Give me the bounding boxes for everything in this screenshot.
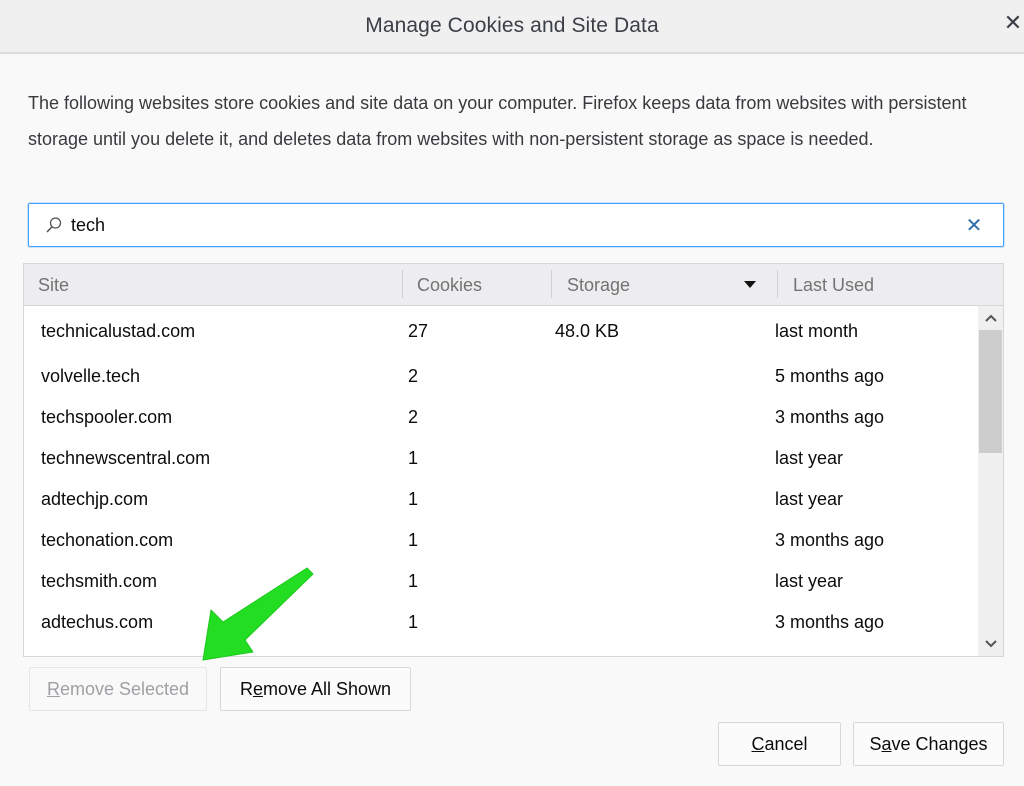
cookies-cell: 1 <box>408 448 419 468</box>
cookies-cell: 2 <box>408 366 419 386</box>
sort-descending-icon <box>744 281 756 288</box>
dialog-title: Manage Cookies and Site Data <box>365 14 659 37</box>
storage-cell: 48.0 KB <box>555 321 620 341</box>
table-header: Site Cookies Storage Last Used <box>24 264 1003 306</box>
button-label: ancel <box>764 733 808 754</box>
column-header-site[interactable]: Site <box>38 264 403 306</box>
dialog-description: The following websites store cookies and… <box>28 93 967 149</box>
table-row[interactable]: techspooler.com 2 3 months ago <box>24 397 979 438</box>
cookies-cell: 27 <box>408 321 429 341</box>
table-row[interactable]: adtechjp.com 1 last year <box>24 479 979 520</box>
table-row[interactable]: technewscentral.com 1 last year <box>24 438 979 479</box>
site-cell: technicalustad.com <box>41 321 196 341</box>
table-row[interactable]: techsmith.com 1 last year <box>24 561 979 602</box>
cookies-cell: 1 <box>408 489 419 509</box>
accesskey-letter: e <box>252 678 263 699</box>
button-label: emove Selected <box>59 678 190 699</box>
last-used-cell: 3 months ago <box>775 612 885 632</box>
column-header-last-used[interactable]: Last Used <box>793 264 993 306</box>
cookies-cell: 2 <box>408 407 419 427</box>
remove-selected-button[interactable]: Remove Selected <box>29 667 207 711</box>
dialog-titlebar: Manage Cookies and Site Data ✕ <box>0 0 1024 54</box>
site-cell: volvelle.tech <box>41 366 141 386</box>
search-input[interactable] <box>71 204 959 246</box>
scrollbar-thumb[interactable] <box>979 330 1002 453</box>
site-cell: adtechus.com <box>41 612 154 632</box>
last-used-cell: last year <box>775 489 844 509</box>
table-row[interactable]: volvelle.tech 2 5 months ago <box>24 356 979 397</box>
site-cell: technewscentral.com <box>41 448 211 468</box>
scroll-up-icon[interactable] <box>978 306 1003 330</box>
last-used-cell: 3 months ago <box>775 530 885 550</box>
last-used-cell: last year <box>775 571 844 591</box>
scroll-down-icon[interactable] <box>978 632 1003 656</box>
last-used-cell: 3 months ago <box>775 407 885 427</box>
table-body: technicalustad.com 27 48.0 KB last month… <box>24 306 979 656</box>
site-cell: techonation.com <box>41 530 174 550</box>
column-header-label: Last Used <box>793 274 875 295</box>
cookies-cell: 1 <box>408 612 419 632</box>
table-row[interactable]: adtechus.com 1 3 months ago <box>24 602 979 643</box>
column-header-label: Cookies <box>417 274 483 295</box>
accesskey-letter: C <box>751 733 765 754</box>
table-row[interactable]: techonation.com 1 3 months ago <box>24 520 979 561</box>
accesskey-letter: R <box>46 678 60 699</box>
accesskey-letter: a <box>881 733 892 754</box>
column-header-label: Storage <box>567 274 631 295</box>
search-field[interactable]: ✕ <box>28 203 1004 247</box>
site-cell: techsmith.com <box>41 571 158 591</box>
vertical-scrollbar[interactable] <box>978 306 1003 656</box>
search-icon <box>45 216 63 234</box>
column-header-label: Site <box>38 274 70 295</box>
column-header-cookies[interactable]: Cookies <box>417 264 551 306</box>
column-divider[interactable] <box>402 270 403 298</box>
column-divider[interactable] <box>777 270 778 298</box>
cancel-button[interactable]: Cancel <box>718 722 841 766</box>
clear-icon[interactable]: ✕ <box>959 210 989 240</box>
last-used-cell: last year <box>775 448 844 468</box>
site-cell: adtechjp.com <box>41 489 149 509</box>
button-label: move All Shown <box>262 678 392 699</box>
table-row[interactable]: technicalustad.com 27 48.0 KB last month <box>24 311 979 352</box>
site-data-table: Site Cookies Storage Last Used technical… <box>23 263 1004 657</box>
column-divider[interactable] <box>551 270 552 298</box>
last-used-cell: 5 months ago <box>775 366 885 386</box>
save-changes-button[interactable]: Sa ve Changes <box>853 722 1004 766</box>
remove-all-shown-button[interactable]: Re move All Shown <box>220 667 411 711</box>
cookies-cell: 1 <box>408 571 419 591</box>
cookies-cell: 1 <box>408 530 419 550</box>
last-used-cell: last month <box>775 321 859 341</box>
site-cell: techspooler.com <box>41 407 173 427</box>
close-icon[interactable]: ✕ <box>998 8 1024 38</box>
button-label-prefix: R <box>239 678 253 699</box>
button-label: ve Changes <box>891 733 988 754</box>
button-label-prefix: S <box>869 733 882 754</box>
